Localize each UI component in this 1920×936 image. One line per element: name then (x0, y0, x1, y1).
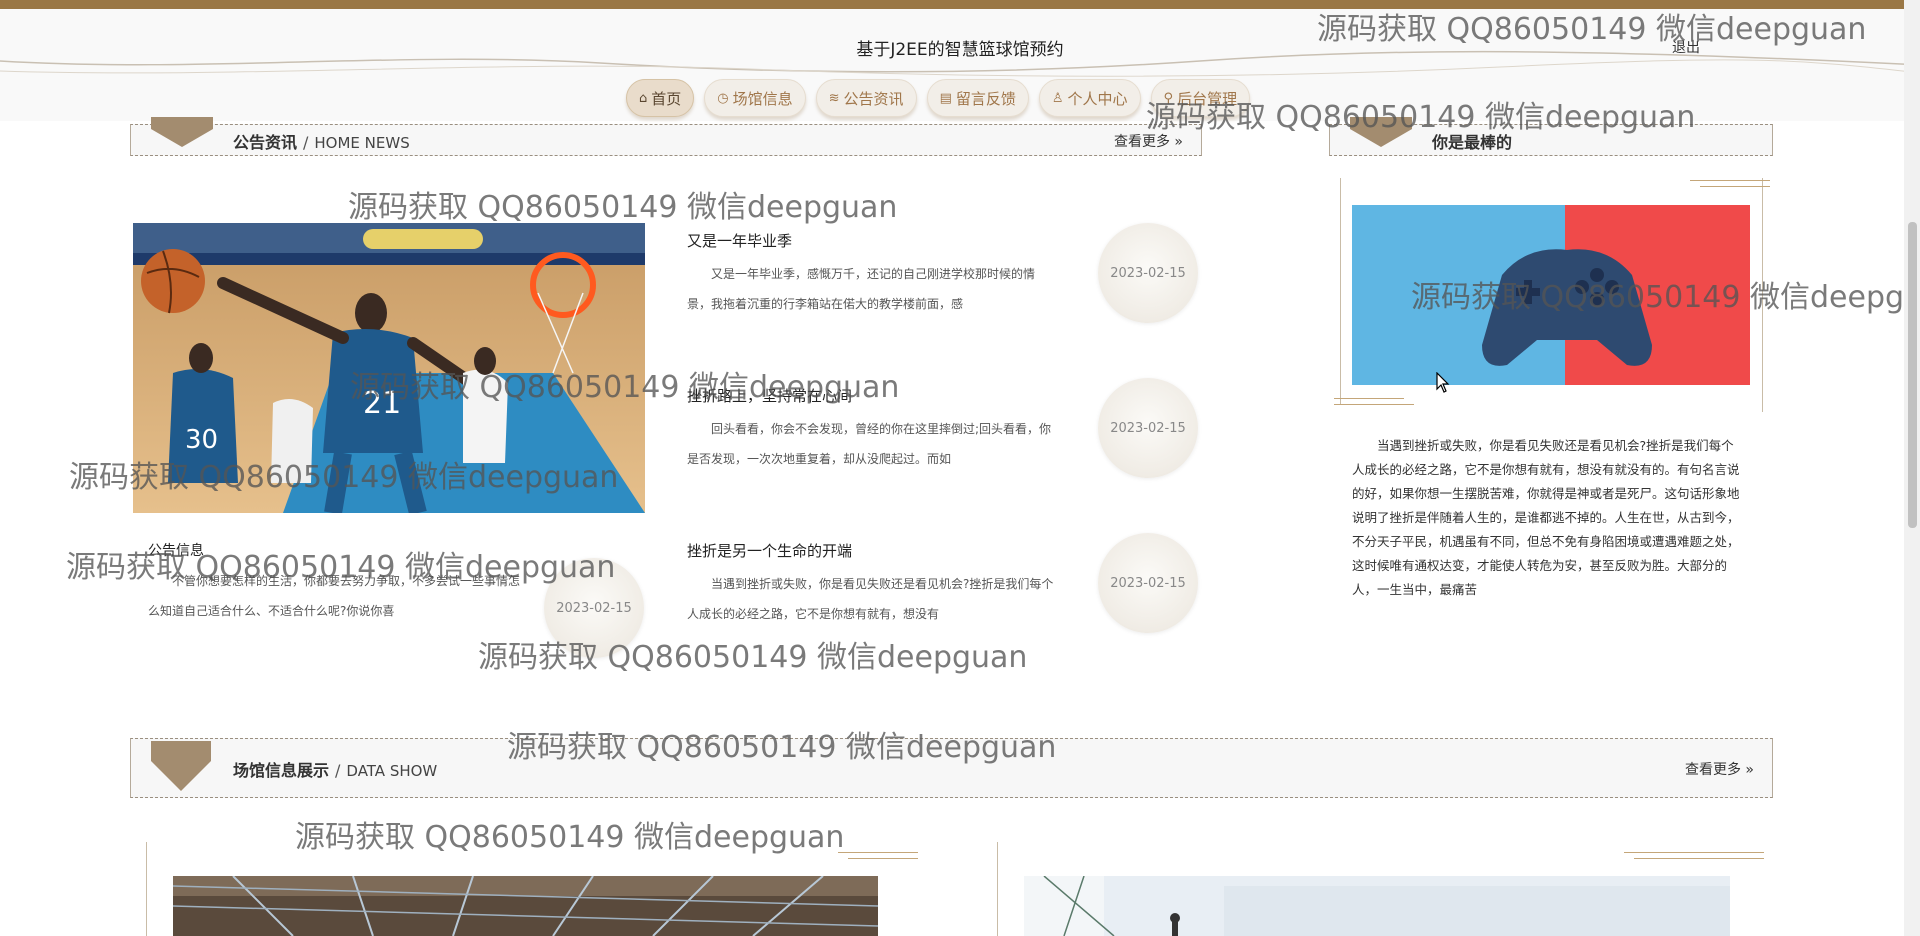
section-title-text: 场馆信息展示 (233, 761, 330, 780)
frame-line-decoration (1334, 404, 1414, 405)
section-subtitle: DATA SHOW (346, 762, 438, 780)
site-title: 基于J2EE的智慧篮球馆预约 (856, 40, 1064, 60)
venue-section-title: 场馆信息展示 / DATA SHOW (233, 757, 437, 781)
nav-label: 首页 (651, 89, 682, 108)
gamepad-illustration (1352, 205, 1750, 385)
venue-court-photo (1024, 876, 1730, 936)
link-icon: ⚲ (1163, 90, 1174, 106)
watermark-text: 源码获取 QQ86050149 微信deepguan (295, 820, 845, 855)
svg-text:21: 21 (363, 386, 401, 421)
venue-roof-photo (173, 876, 878, 936)
news-item[interactable]: 挫折路上，坚持常在心间 回头看看，你会不会发现，曾经的你在这里摔倒过;回头看看，… (687, 385, 1057, 474)
venue-more-link[interactable]: 查看更多 » (1685, 759, 1754, 779)
top-accent-strip (0, 0, 1920, 9)
section-chevron-decoration (151, 741, 211, 791)
watermark-text: 源码获取 QQ86050149 微信deepguan (348, 190, 898, 225)
venue-section-header: 场馆信息展示 / DATA SHOW 查看更多 » (130, 738, 1773, 798)
news-item-desc: 当遇到挫折或失败，你是看见失败还是看见机会?挫折是我们每个人成长的必经之路，它不… (687, 577, 1054, 621)
mouse-cursor-icon (1436, 372, 1450, 393)
venue-card-image[interactable] (1024, 876, 1730, 936)
nav-home[interactable]: ⌂ 首页 (626, 79, 695, 117)
news-more-link[interactable]: 查看更多 » (1114, 131, 1183, 151)
frame-line-decoration (1340, 178, 1341, 404)
message-icon: ▤ (939, 90, 952, 106)
news-item[interactable]: 挫折是另一个生命的开端 当遇到挫折或失败，你是看见失败还是看见机会?挫折是我们每… (687, 540, 1057, 629)
layers-icon: ≋ (828, 90, 840, 106)
side-featured-image[interactable] (1352, 205, 1750, 385)
section-chevron-decoration (151, 117, 213, 147)
home-icon: ⌂ (639, 90, 648, 106)
nav-profile[interactable]: ♙ 个人中心 (1038, 79, 1141, 117)
frame-line-decoration (1624, 852, 1764, 853)
frame-line-decoration (1690, 180, 1770, 181)
section-title-text: 公告资讯 (233, 133, 298, 152)
nav-label: 公告资讯 (843, 89, 904, 108)
side-article-text: 当遇到挫折或失败，你是看见失败还是看见机会?挫折是我们每个人成长的必经之路，它不… (1352, 438, 1740, 597)
logout-link[interactable]: 退出 (1672, 37, 1700, 57)
frame-line-decoration (1334, 398, 1404, 399)
news-item-desc: 又是一年毕业季，感慨万千，还记的自己刚进学校那时候的情景，我拖着沉重的行李箱站在… (687, 267, 1036, 311)
news-item-title: 又是一年毕业季 (687, 232, 793, 250)
news-item-left[interactable]: 公告信息 不管你想要怎样的生活，你都要去努力争取，不多尝试一些事情怎么知道自己适… (148, 540, 528, 626)
nav-label: 后台管理 (1177, 89, 1238, 108)
basketball-photo: 21 30 (133, 223, 645, 513)
nav-news[interactable]: ≋ 公告资讯 (815, 79, 917, 117)
side-section-header: 你是最棒的 (1329, 117, 1773, 156)
news-date-badge: 2023-02-15 (544, 558, 644, 658)
main-nav: ⌂ 首页 ◷ 场馆信息 ≋ 公告资讯 ▤ 留言反馈 ♙ 个人中心 ⚲ 后台管理 (626, 79, 1251, 117)
news-date-badge: 2023-02-15 (1098, 223, 1198, 323)
frame-line-decoration (146, 842, 147, 936)
frame-line-decoration (1762, 178, 1763, 412)
svg-text:30: 30 (185, 425, 218, 455)
nav-feedback[interactable]: ▤ 留言反馈 (926, 79, 1029, 117)
nav-label: 个人中心 (1067, 89, 1128, 108)
frame-line-decoration (1634, 858, 1764, 859)
frame-line-decoration (838, 852, 918, 853)
section-slash: / (303, 133, 309, 152)
scrollbar-thumb[interactable] (1908, 222, 1917, 528)
news-featured-image[interactable]: 21 30 (133, 223, 645, 513)
news-section-title: 公告资讯 / HOME NEWS (233, 129, 410, 153)
news-item[interactable]: 又是一年毕业季 又是一年毕业季，感慨万千，还记的自己刚进学校那时候的情景，我拖着… (687, 230, 1057, 319)
nav-label: 留言反馈 (955, 89, 1016, 108)
news-item-title: 挫折路上，坚持常在心间 (687, 387, 853, 405)
frame-line-decoration (1700, 186, 1770, 187)
section-slash: / (335, 761, 341, 780)
news-date-badge: 2023-02-15 (1098, 533, 1198, 633)
news-section-header: 公告资讯 / HOME NEWS 查看更多 » (130, 117, 1202, 156)
section-chevron-decoration (1350, 117, 1412, 147)
frame-line-decoration (848, 858, 918, 859)
user-icon: ♙ (1051, 90, 1064, 106)
frame-line-decoration (997, 842, 998, 936)
news-item-title: 公告信息 (148, 543, 204, 559)
nav-admin[interactable]: ⚲ 后台管理 (1150, 79, 1251, 117)
news-item-desc: 不管你想要怎样的生活，你都要去努力争取，不多尝试一些事情怎么知道自己适合什么、不… (148, 574, 521, 618)
news-date-badge: 2023-02-15 (1098, 378, 1198, 478)
venue-card-image[interactable] (173, 876, 878, 936)
news-item-title: 挫折是另一个生命的开端 (687, 542, 853, 560)
section-subtitle: HOME NEWS (314, 134, 410, 152)
site-header: 基于J2EE的智慧篮球馆预约 退出 ⌂ 首页 ◷ 场馆信息 ≋ 公告资讯 ▤ 留… (0, 9, 1920, 121)
side-section-title: 你是最棒的 (1432, 133, 1513, 152)
page-scrollbar[interactable] (1904, 0, 1920, 936)
nav-label: 场馆信息 (732, 89, 793, 108)
news-item-desc: 回头看看，你会不会发现，曾经的你在这里摔倒过;回头看看，你是否发现，一次次地重复… (687, 422, 1052, 466)
nav-venue-info[interactable]: ◷ 场馆信息 (704, 79, 806, 117)
clock-icon: ◷ (717, 90, 729, 106)
